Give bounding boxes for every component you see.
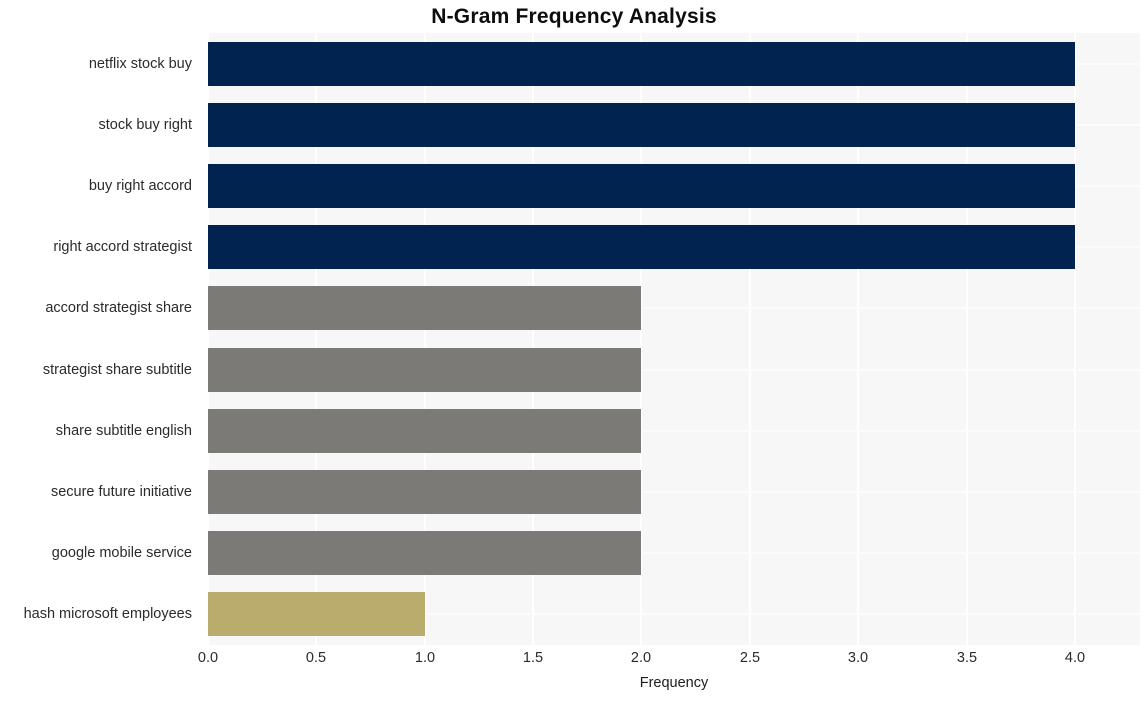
x-tick-label: 0.5 [305,650,327,666]
bar [208,103,1075,147]
y-tick-label: right accord strategist [53,239,192,255]
x-tick-label: 2.5 [739,650,761,666]
x-tick-label: 3.0 [847,650,869,666]
y-tick-label: netflix stock buy [88,56,192,72]
bar [208,592,425,636]
y-tick-label: stock buy right [98,117,193,133]
y-axis-tick-labels: netflix stock buy stock buy right buy righ… [0,33,200,645]
bar-row [208,42,1140,86]
chart-figure: N-Gram Frequency Analysis netflix stock … [0,0,1148,701]
y-tick-label: hash microsoft employees [23,606,192,622]
x-tick-label: 3.5 [956,650,978,666]
bar [208,409,641,453]
bar-row [208,225,1140,269]
plot-area [208,33,1140,645]
y-tick-label: buy right accord [88,178,192,194]
y-tick-label: share subtitle english [55,423,192,439]
x-tick-label: 1.5 [522,650,544,666]
bar-row [208,348,1140,392]
bar-row [208,164,1140,208]
chart-title: N-Gram Frequency Analysis [431,5,717,28]
y-tick-label: google mobile service [51,545,192,561]
bar-row [208,531,1140,575]
y-tick-label: accord strategist share [45,300,192,316]
y-tick-label: secure future initiative [50,484,192,500]
x-axis-tick-labels: 0.0 0.5 1.0 1.5 2.0 2.5 3.0 3.5 4.0 [198,650,1140,672]
x-tick-label: 1.0 [414,650,436,666]
bar-row [208,286,1140,330]
bar [208,286,641,330]
bar-row [208,409,1140,453]
bar-row [208,103,1140,147]
x-tick-label: 0.0 [197,650,219,666]
bar [208,470,641,514]
bar [208,225,1075,269]
bar-row [208,470,1140,514]
bar [208,42,1075,86]
x-axis-label: Frequency [639,675,709,691]
bar [208,164,1075,208]
bar [208,531,641,575]
x-tick-label: 2.0 [630,650,652,666]
x-tick-label: 4.0 [1064,650,1086,666]
bar-row [208,592,1140,636]
y-tick-label: strategist share subtitle [42,362,192,378]
bar [208,348,641,392]
